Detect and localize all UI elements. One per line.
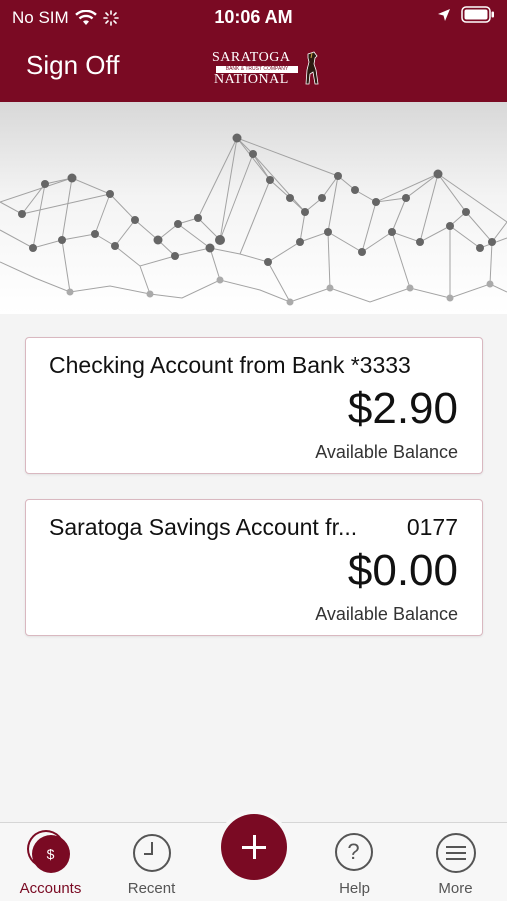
status-bar: No SIM 10:06 AM xyxy=(0,0,507,34)
account-name: Saratoga Savings Account fr... xyxy=(49,514,358,540)
tab-recent-label: Recent xyxy=(127,880,176,897)
status-time: 10:06 AM xyxy=(214,7,293,27)
tab-help[interactable]: ? Help xyxy=(304,823,405,901)
account-balance: $0.00 xyxy=(347,546,458,595)
tab-more[interactable]: More xyxy=(405,823,506,901)
menu-lines-icon xyxy=(436,833,476,873)
account-name: Checking Account from Bank *3333 xyxy=(49,352,411,378)
tab-accounts[interactable]: $ Accounts xyxy=(0,823,101,901)
add-plus-button[interactable] xyxy=(221,814,287,880)
account-number: 0177 xyxy=(406,514,458,540)
account-balance: $2.90 xyxy=(347,384,458,433)
tab-help-label: Help xyxy=(339,880,370,897)
tab-recent[interactable]: Recent xyxy=(101,823,202,901)
tab-accounts-label: Accounts xyxy=(19,880,82,897)
app-header: No SIM 10:06 AM Sign Off SARATOGA BANK &… xyxy=(0,0,507,102)
help-question-icon: ? xyxy=(334,833,373,871)
battery-icon xyxy=(461,6,494,23)
account-card-savings[interactable]: Saratoga Savings Account fr... 0177 $0.0… xyxy=(25,499,483,636)
sign-off-button[interactable]: Sign Off xyxy=(26,50,119,81)
status-right xyxy=(437,6,495,23)
horse-logo-icon xyxy=(305,51,319,85)
available-balance-label: Available Balance xyxy=(315,604,458,624)
location-arrow-icon xyxy=(438,8,450,21)
hero-banner xyxy=(0,102,507,314)
tab-more-label: More xyxy=(438,880,473,897)
network-graphic xyxy=(0,133,507,306)
clock-icon xyxy=(133,834,171,872)
bank-logo: SARATOGA BANK & TRUST COMPANY NATIONAL xyxy=(212,50,322,88)
account-card-checking[interactable]: Checking Account from Bank *3333 $2.90 A… xyxy=(25,337,483,474)
accounts-dollar-icon: $ xyxy=(31,835,70,873)
available-balance-label: Available Balance xyxy=(315,442,458,462)
